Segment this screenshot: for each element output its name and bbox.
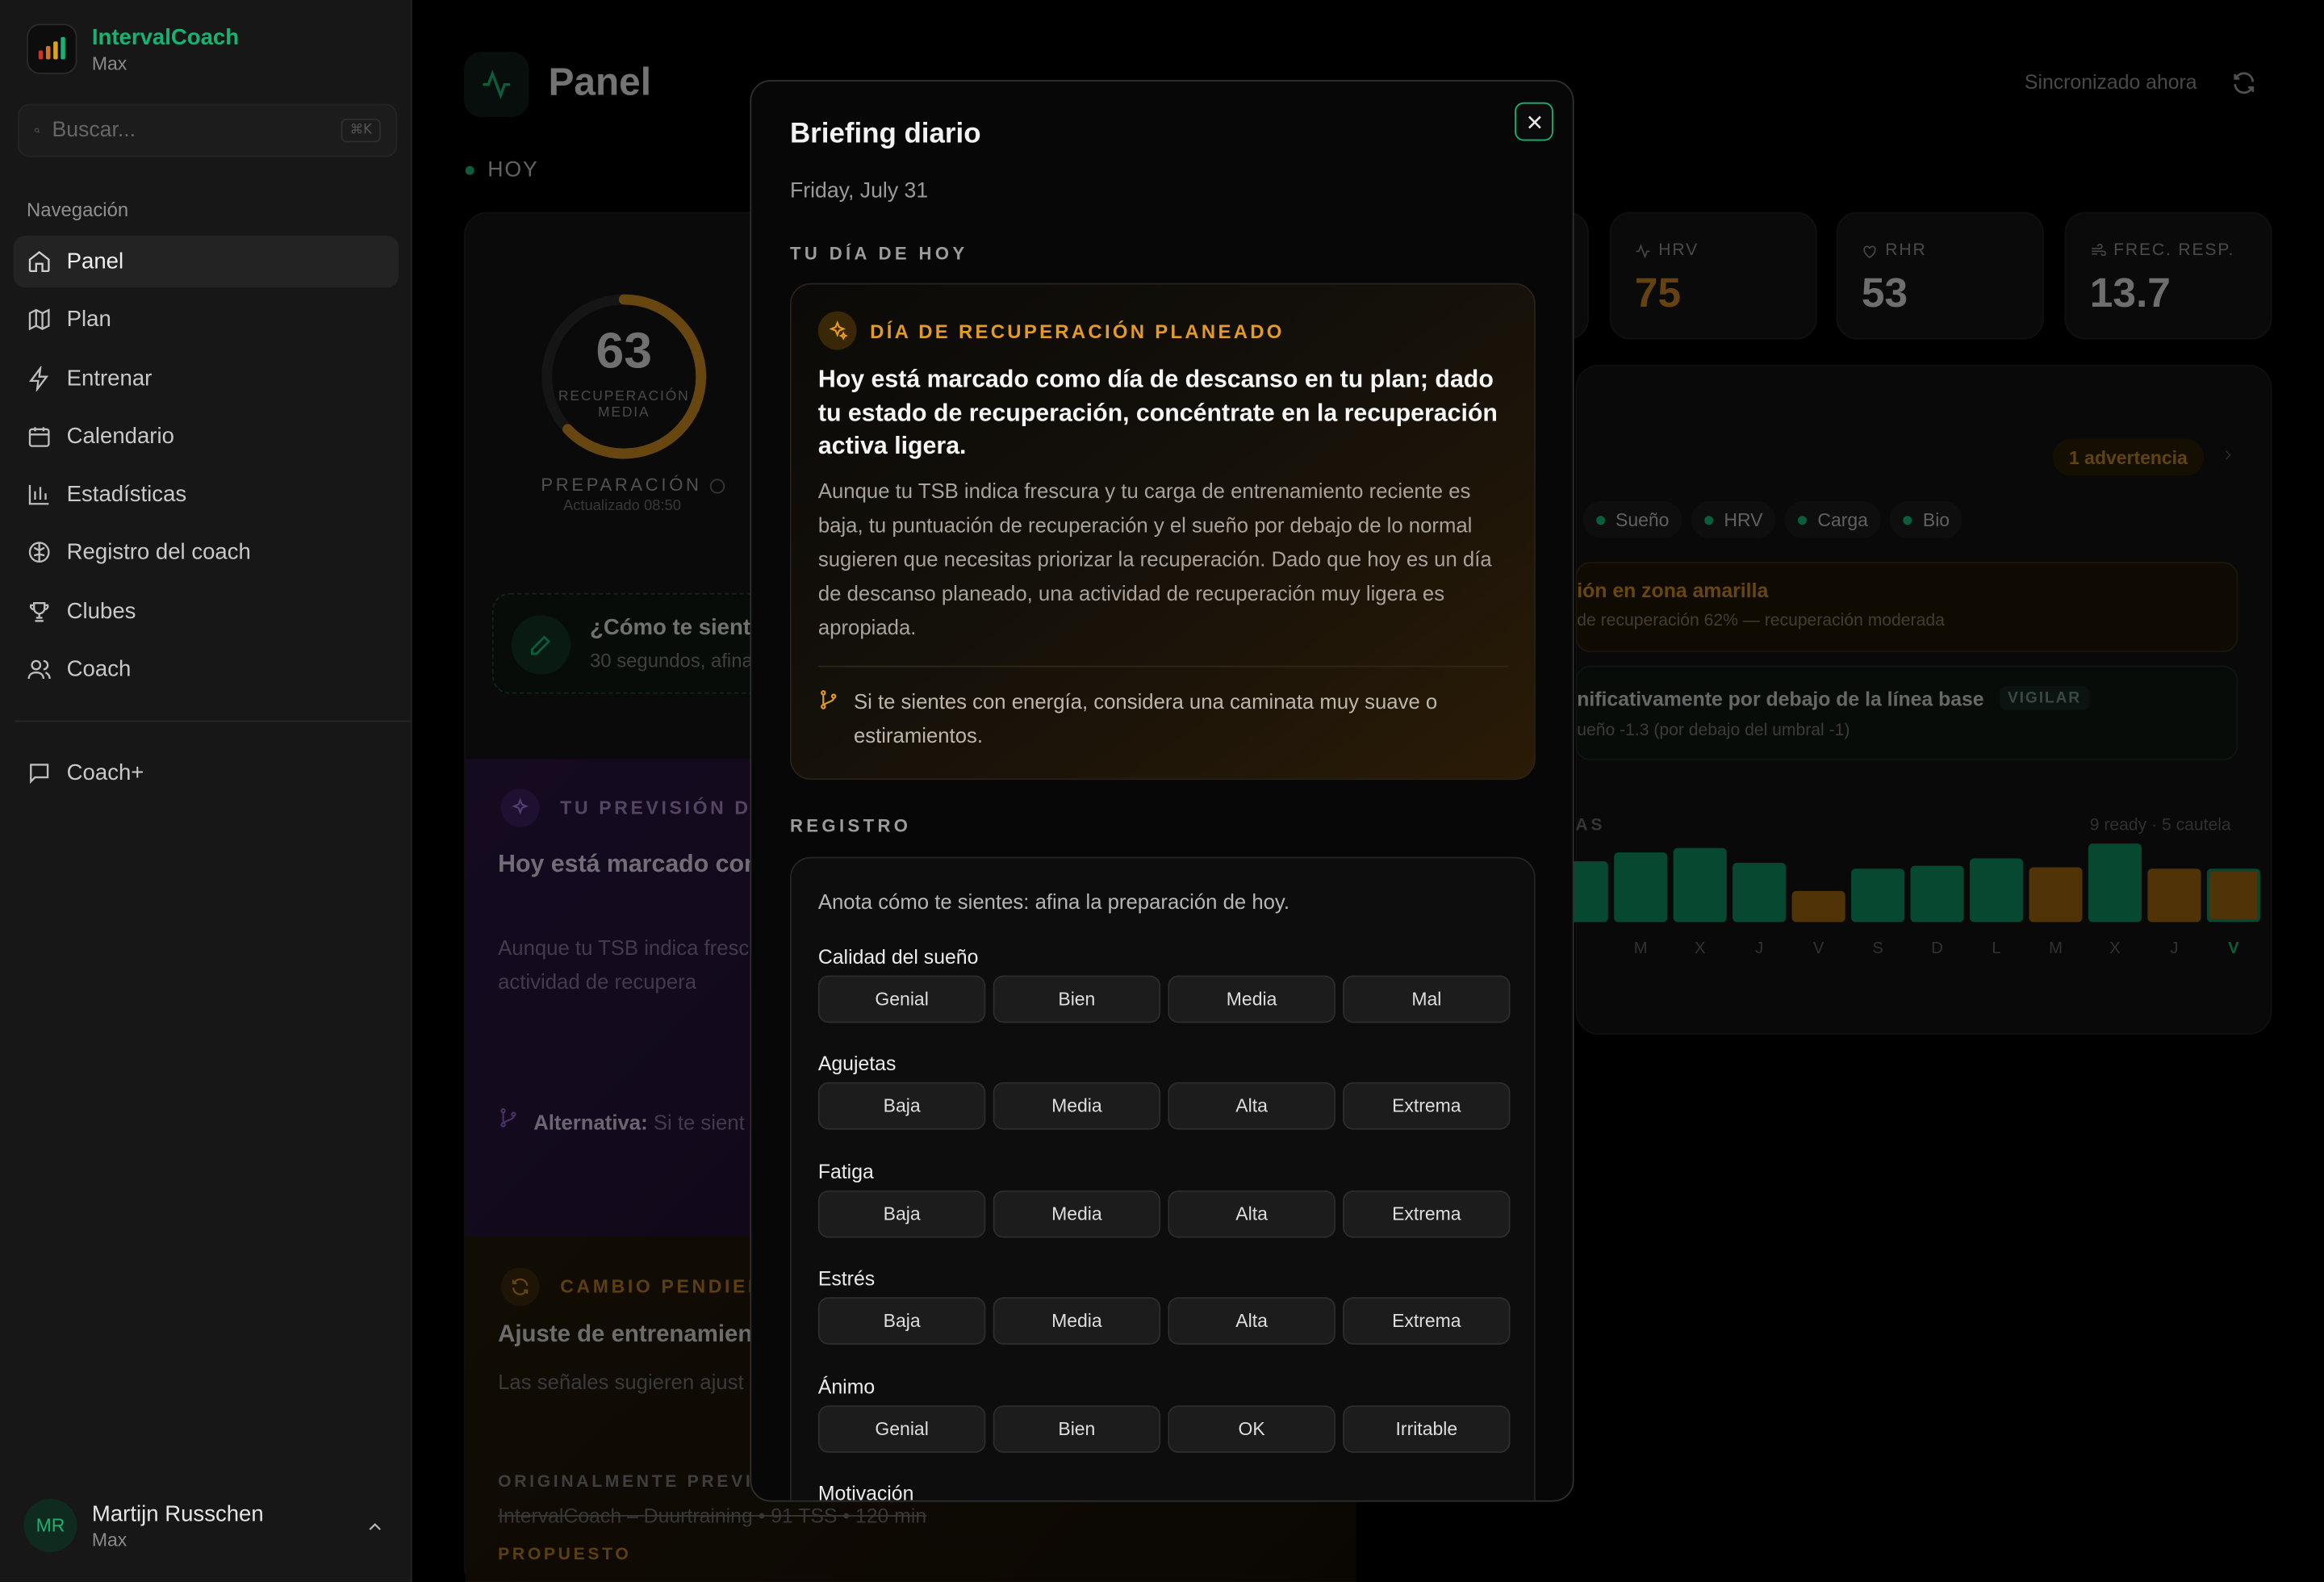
- option-group: Genial Bien Media Mal: [817, 975, 1511, 1023]
- search-input[interactable]: [52, 118, 329, 143]
- question-label: Ánimo: [817, 1375, 876, 1399]
- sidebar-item-estadisticas[interactable]: Estadísticas: [14, 469, 399, 521]
- recovery-headline: Hoy está marcado como día de descanso en…: [817, 366, 1498, 460]
- bar-chart-icon: [28, 485, 49, 505]
- users-icon: [27, 659, 51, 680]
- brand-plan: Max: [91, 52, 127, 73]
- bolt-icon: [28, 365, 49, 391]
- option-button[interactable]: Alta: [1168, 1082, 1335, 1130]
- branch-icon: [821, 690, 837, 709]
- brand-name: IntervalCoach: [91, 24, 240, 50]
- chevron-up-icon: [369, 1523, 381, 1530]
- trophy-icon: [29, 601, 49, 622]
- recovery-day-card: DÍA DE RECUPERACIÓN PLANEADO Hoy está ma…: [789, 282, 1536, 781]
- option-button[interactable]: Media: [993, 1082, 1161, 1130]
- option-button[interactable]: Media: [993, 1297, 1161, 1345]
- search-icon: [35, 128, 40, 133]
- main-nav: Panel Plan Entrenar Calendario Estadísti…: [13, 236, 399, 701]
- option-group: Baja Media Alta Extrema: [817, 1082, 1511, 1130]
- sidebar-item-label: Calendario: [66, 424, 174, 450]
- calendar-icon: [28, 426, 50, 447]
- sidebar-item-panel[interactable]: Panel: [13, 236, 399, 288]
- checkin-card: Anota cómo te sientes: afina la preparac…: [789, 856, 1536, 1502]
- sidebar-item-registro-coach[interactable]: Registro del coach: [14, 527, 399, 579]
- option-button[interactable]: Bien: [993, 1405, 1161, 1453]
- option-button[interactable]: Irritable: [1343, 1405, 1511, 1453]
- nav-divider: [15, 720, 412, 722]
- question-fatigue: Fatiga Baja Media Alta Extrema: [817, 1161, 1511, 1238]
- sidebar-item-calendario[interactable]: Calendario: [14, 411, 399, 462]
- user-menu[interactable]: MR Martijn Russchen Max: [23, 1498, 394, 1553]
- option-button[interactable]: Extrema: [1343, 1297, 1511, 1345]
- question-motivation: Motivación: [817, 1482, 1511, 1502]
- option-group: Baja Media Alta Extrema: [817, 1190, 1511, 1238]
- daily-briefing-modal: Briefing diario Friday, July 31 TU DÍA D…: [750, 80, 1574, 1502]
- sidebar-item-label: Plan: [66, 307, 111, 333]
- home-icon: [28, 250, 50, 273]
- option-button[interactable]: Mal: [1343, 975, 1511, 1023]
- nav-label: Navegación: [27, 199, 129, 221]
- divider: [817, 665, 1509, 668]
- recovery-tag: DÍA DE RECUPERACIÓN PLANEADO: [870, 320, 1285, 343]
- sidebar-item-entrenar[interactable]: Entrenar: [14, 352, 399, 404]
- option-button[interactable]: Baja: [817, 1190, 986, 1238]
- modal-date: Friday, July 31: [789, 179, 929, 203]
- map-icon: [28, 308, 50, 331]
- recovery-alternative: Si te sientes con energía, considera una…: [853, 689, 1438, 747]
- search-shortcut: ⌘K: [341, 118, 382, 143]
- sidebar-item-coach-plus[interactable]: Coach+: [14, 747, 399, 799]
- question-label: Fatiga: [817, 1161, 874, 1183]
- sidebar-item-label: Registro del coach: [66, 540, 251, 566]
- sidebar-item-coach[interactable]: Coach: [14, 643, 399, 695]
- option-button[interactable]: Extrema: [1343, 1082, 1511, 1130]
- sidebar-item-label: Clubes: [66, 598, 136, 624]
- question-label: Motivación: [817, 1482, 914, 1502]
- sidebar-item-label: Estadísticas: [66, 482, 187, 508]
- sparkles-icon: [817, 311, 857, 350]
- question-mood: Ánimo Genial Bien OK Irritable: [817, 1375, 1511, 1453]
- option-button[interactable]: Extrema: [1343, 1190, 1511, 1238]
- modal-title: Briefing diario: [789, 118, 981, 150]
- option-button[interactable]: Genial: [817, 975, 986, 1023]
- close-button[interactable]: [1515, 102, 1553, 141]
- section-log-label: REGISTRO: [789, 815, 912, 836]
- option-button[interactable]: Genial: [817, 1405, 986, 1453]
- sidebar: IntervalCoach Max ⌘K Navegación Panel Pl…: [0, 0, 412, 1582]
- question-soreness: Agujetas Baja Media Alta Extrema: [817, 1053, 1511, 1130]
- option-group: Baja Media Alta Extrema: [817, 1297, 1511, 1345]
- sidebar-item-clubes[interactable]: Clubes: [14, 585, 399, 637]
- brand-logo-icon: [27, 23, 77, 74]
- question-sleep-quality: Calidad del sueño Genial Bien Media Mal: [817, 945, 1511, 1023]
- close-icon: [1528, 115, 1540, 128]
- brand[interactable]: IntervalCoach Max: [27, 23, 240, 74]
- option-button[interactable]: Alta: [1168, 1190, 1335, 1238]
- question-label: Agujetas: [817, 1053, 897, 1075]
- chat-icon: [30, 764, 49, 785]
- checkin-intro: Anota cómo te sientes: afina la preparac…: [817, 889, 1290, 914]
- user-plan: Max: [91, 1529, 127, 1551]
- sidebar-item-label: Panel: [66, 249, 124, 274]
- option-button[interactable]: Baja: [817, 1297, 986, 1345]
- search-box[interactable]: ⌘K: [18, 103, 398, 157]
- section-today-label: TU DÍA DE HOY: [789, 243, 968, 264]
- user-name: Martijn Russchen: [91, 1500, 264, 1526]
- option-button[interactable]: OK: [1168, 1405, 1335, 1453]
- option-button[interactable]: Bien: [993, 975, 1161, 1023]
- avatar: MR: [23, 1498, 77, 1553]
- question-label: Calidad del sueño: [817, 945, 979, 969]
- option-group: Genial Bien OK Irritable: [817, 1405, 1511, 1453]
- question-label: Estrés: [817, 1267, 876, 1290]
- sidebar-item-plan[interactable]: Plan: [14, 294, 399, 345]
- sidebar-item-label: Entrenar: [66, 365, 153, 391]
- secondary-nav: Coach+: [14, 747, 399, 806]
- sidebar-item-label: Coach: [66, 656, 132, 683]
- option-button[interactable]: Media: [1168, 975, 1335, 1023]
- brain-icon: [28, 542, 50, 563]
- option-button[interactable]: Baja: [817, 1082, 986, 1130]
- option-button[interactable]: Media: [993, 1190, 1161, 1238]
- recovery-body: Aunque tu TSB indica frescura y tu carga…: [817, 479, 1492, 639]
- sidebar-item-label: Coach+: [66, 760, 144, 786]
- option-button[interactable]: Alta: [1168, 1297, 1335, 1345]
- question-stress: Estrés Baja Media Alta Extrema: [817, 1267, 1511, 1345]
